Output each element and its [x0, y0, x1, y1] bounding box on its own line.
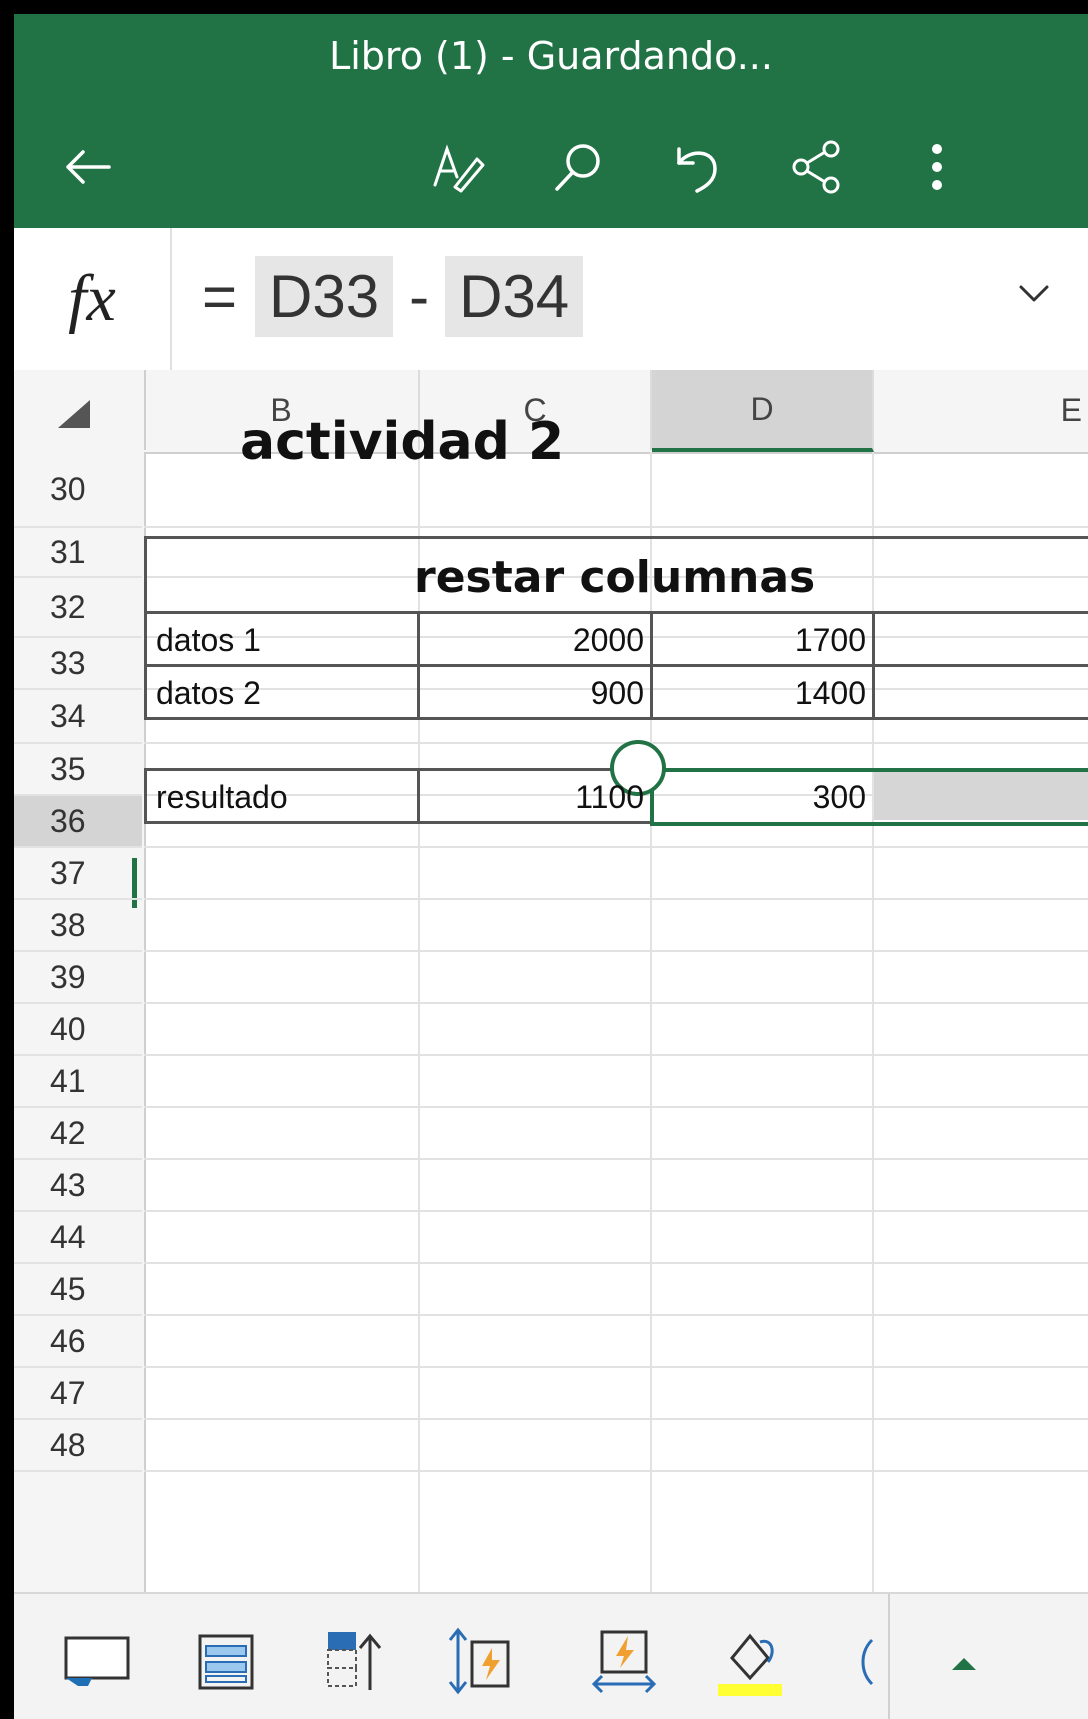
- spreadsheet-grid[interactable]: B C D E 30 31 32 33 34 35 36 37 38 39 40 41 42 43 44 45…: [14, 370, 1088, 1592]
- app-header: Libro (1) - Guardando...: [14, 14, 1088, 228]
- gridline: [144, 1210, 1088, 1212]
- gridline: [144, 1418, 1088, 1420]
- row-header-39[interactable]: 39: [14, 952, 142, 1004]
- row-header-46[interactable]: 46: [14, 1316, 142, 1368]
- cell-d36[interactable]: 300: [652, 771, 872, 823]
- row-header-48[interactable]: 48: [14, 1420, 142, 1472]
- gridline: [144, 1002, 1088, 1004]
- formula-equals: =: [202, 262, 238, 330]
- fx-label[interactable]: fx: [14, 228, 172, 370]
- cell-d34[interactable]: 1400: [652, 667, 872, 719]
- excel-screen: Libro (1) - Guardando... fx = D33 - D34: [14, 14, 1088, 1719]
- select-all-corner[interactable]: [14, 370, 146, 450]
- toolbar-divider: [888, 1594, 890, 1719]
- row-header-43[interactable]: 43: [14, 1160, 142, 1212]
- gridline: [144, 1366, 1088, 1368]
- gridline: [144, 526, 1088, 528]
- row-header-34[interactable]: 34: [14, 690, 142, 744]
- cell-b33[interactable]: datos 1: [144, 614, 418, 666]
- gridline: [144, 950, 1088, 952]
- row-header-42[interactable]: 42: [14, 1108, 142, 1160]
- cell-table-heading[interactable]: restar columnas: [414, 552, 815, 603]
- row-header-30[interactable]: 30: [14, 452, 142, 528]
- cell-c33[interactable]: 2000: [420, 614, 650, 666]
- row-header-36[interactable]: 36: [14, 796, 142, 848]
- cell-c34[interactable]: 900: [420, 667, 650, 719]
- gridline: [144, 1158, 1088, 1160]
- fill-color-icon[interactable]: [710, 1622, 790, 1702]
- gridline: [144, 1314, 1088, 1316]
- gridline: [144, 1054, 1088, 1056]
- expand-formula-chevron-icon[interactable]: [1009, 268, 1059, 318]
- gridline: [144, 1262, 1088, 1264]
- bottom-toolbar: [14, 1592, 1088, 1719]
- row-header-44[interactable]: 44: [14, 1212, 142, 1264]
- search-icon[interactable]: [544, 132, 614, 202]
- cell-border: [872, 611, 1088, 667]
- row-header-35[interactable]: 35: [14, 744, 142, 796]
- cell-border: [872, 664, 1088, 720]
- formula-bar: fx = D33 - D34: [14, 228, 1088, 372]
- column-header-e[interactable]: E: [874, 370, 1088, 450]
- row-header-40[interactable]: 40: [14, 1004, 142, 1056]
- cell-b34[interactable]: datos 2: [144, 667, 418, 719]
- column-header-d[interactable]: D: [652, 370, 874, 452]
- formula-ref-2: D34: [445, 255, 584, 337]
- partial-icon[interactable]: [842, 1622, 882, 1702]
- table-icon[interactable]: [186, 1622, 266, 1702]
- more-icon[interactable]: [902, 132, 972, 202]
- gridline: [144, 1470, 1088, 1472]
- row-header-33[interactable]: 33: [14, 638, 142, 690]
- row-header-31[interactable]: 31: [14, 528, 142, 578]
- expand-up-icon[interactable]: [924, 1622, 1004, 1702]
- row-header-47[interactable]: 47: [14, 1368, 142, 1420]
- gridline: [144, 1106, 1088, 1108]
- formula-ref-1: D33: [255, 255, 394, 337]
- gridline: [144, 846, 1088, 848]
- row-header-45[interactable]: 45: [14, 1264, 142, 1316]
- cell-title[interactable]: actividad 2: [240, 412, 564, 472]
- row-header-41[interactable]: 41: [14, 1056, 142, 1108]
- cell-d33[interactable]: 1700: [652, 614, 872, 666]
- row-header-32[interactable]: 32: [14, 578, 142, 638]
- row-header-38[interactable]: 38: [14, 900, 142, 952]
- formula-input[interactable]: = D33 - D34: [202, 246, 584, 346]
- document-title: Libro (1) - Guardando...: [329, 34, 773, 78]
- row-header: 30 31 32 33 34 35 36 37 38 39 40 41 42 43 44 45 46 47 48: [14, 452, 146, 1592]
- cell-b36[interactable]: resultado: [144, 771, 418, 823]
- text-edit-icon[interactable]: [422, 132, 492, 202]
- gridline: [144, 742, 1088, 744]
- row-header-37[interactable]: 37: [14, 848, 142, 900]
- undo-icon[interactable]: [662, 132, 732, 202]
- gridline: [144, 898, 1088, 900]
- autofit-icon[interactable]: [584, 1622, 664, 1702]
- screen-icon[interactable]: [58, 1622, 138, 1702]
- flash-fill-icon[interactable]: [442, 1622, 522, 1702]
- share-icon[interactable]: [782, 132, 852, 202]
- formula-operator: -: [409, 262, 430, 330]
- insert-row-icon[interactable]: [314, 1622, 394, 1702]
- back-arrow-icon[interactable]: [54, 132, 124, 202]
- cell-c36[interactable]: 1100: [420, 771, 650, 823]
